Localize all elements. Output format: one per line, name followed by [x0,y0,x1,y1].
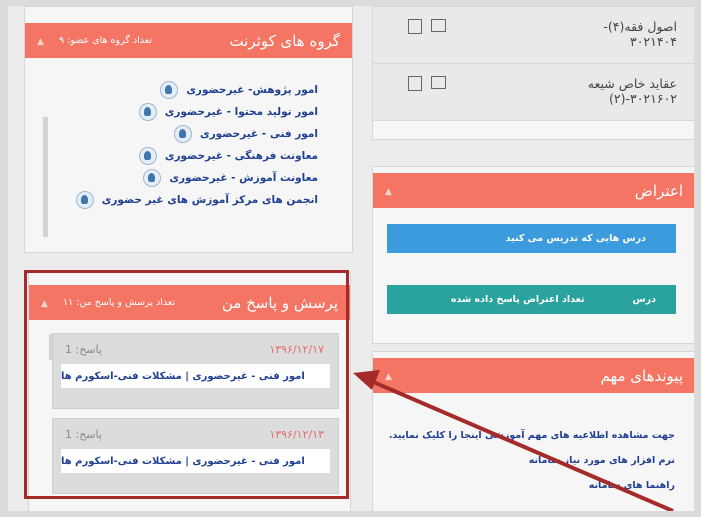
objection-stats-bar[interactable]: درس تعداد اعتراض پاسخ داده شده [387,285,676,314]
collapse-caret-icon[interactable]: ▲ [37,37,44,47]
card-icon[interactable] [431,76,446,89]
announcements-link[interactable]: جهت مشاهده اطلاعیه های مهم آموزشی اینجا … [389,430,675,441]
document-icon[interactable] [408,19,422,34]
course-name[interactable]: عقاید خاص شیعه ۳۰۲۱۶۰۲-(۲) [587,76,677,106]
courses-panel: اصول فقه(۴)- ۳۰۲۱۴۰۴ عقاید خاص شیعه ۳۰۲۱… [372,6,694,140]
course-row[interactable]: اصول فقه(۴)- ۳۰۲۱۴۰۴ [373,7,694,64]
group-icon [138,147,157,165]
course-name[interactable]: اصول فقه(۴)- ۳۰۲۱۴۰۴ [587,19,677,49]
document-icon[interactable] [408,76,422,91]
card-icon[interactable] [431,19,446,32]
group-icon [160,81,179,99]
guides-link[interactable]: راهنما های سامانه [589,480,675,491]
software-link[interactable]: نرم افزار های مورد نیاز سامانه [529,455,675,466]
group-list: امور پژوهش- غیرحضوری امور تولید محتوا - … [75,79,318,211]
links-panel-header[interactable]: پیوندهای مهم ▲ [373,358,694,393]
groups-panel-title: گروه های کوثرنت [229,31,340,50]
list-item[interactable]: امور پژوهش- غیرحضوری [76,79,318,101]
list-item[interactable]: انجمن های مرکز آموزش های غیر حضوری [75,189,318,211]
list-item[interactable]: معاونت آموزش - غیرحضوری [76,167,318,189]
course-row[interactable]: عقاید خاص شیعه ۳۰۲۱۶۰۲-(۲) [373,64,694,121]
highlight-box [24,270,349,499]
objection-panel-title: اعتراض [634,181,683,200]
dashboard-canvas: گروه های کوثرنت تعداد گروه های عضو: ۹ ▲ … [8,6,694,511]
important-links-panel: پیوندهای مهم ▲ جهت مشاهده اطلاعیه های مه… [372,351,694,511]
group-icon [75,191,94,209]
taught-courses-bar[interactable]: درس هایی که تدریس می کنید [387,224,676,253]
objection-panel: اعتراض ▲ درس هایی که تدریس می کنید درس ت… [372,166,694,344]
group-icon [143,169,162,187]
groups-panel: گروه های کوثرنت تعداد گروه های عضو: ۹ ▲ … [24,6,353,253]
collapse-caret-icon[interactable]: ▲ [385,372,392,382]
list-item[interactable]: معاونت فرهنگی - غیرحضوری [76,145,318,167]
group-icon [174,125,192,143]
groups-count: تعداد گروه های عضو: ۹ [59,35,152,46]
objection-panel-header[interactable]: اعتراض ▲ [373,173,694,208]
groups-panel-header[interactable]: گروه های کوثرنت تعداد گروه های عضو: ۹ ▲ [25,23,352,58]
scrollbar[interactable] [43,117,48,237]
list-item[interactable]: امور فنی - غیرحضوری [76,123,318,145]
group-icon [138,103,157,121]
collapse-caret-icon[interactable]: ▲ [385,187,392,197]
list-item[interactable]: امور تولید محتوا - غیرحضوری [76,101,318,123]
links-panel-title: پیوندهای مهم [600,366,683,385]
